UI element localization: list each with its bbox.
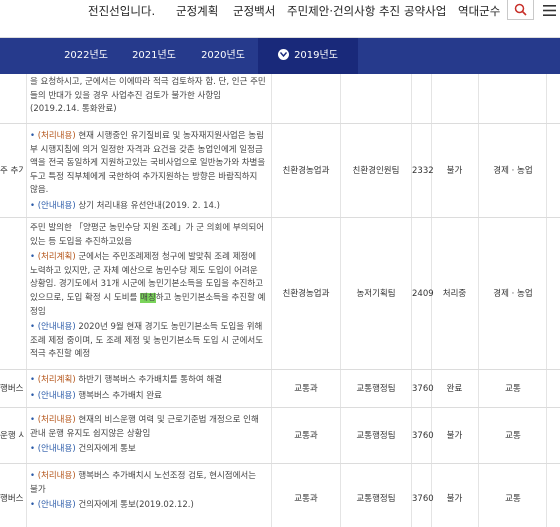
content-entry: • (처리내용) 행복버스 추가배치시 노선조정 검토, 현시점에서는 불가: [30, 470, 266, 497]
bullet: •: [30, 131, 38, 141]
chevron-down-icon: [278, 48, 290, 60]
content-entry: • (안내내용) 행복버스 추가배치 완료: [30, 390, 266, 404]
content-entry: 주민 발의한 「양평군 농민수당 지원 조례」가 군 의회에 부의되어있는 등 …: [30, 222, 266, 249]
row-status: 불가: [446, 431, 463, 441]
row-number: 2409: [412, 289, 434, 299]
entry-text: 건의자에게 통보: [75, 444, 136, 455]
row-status: 완료: [446, 384, 463, 394]
row-subject: 행버스: [0, 384, 24, 394]
row-content: 주민 발의한 「양평군 농민수당 지원 조례」가 군 의회에 부의되어있는 등 …: [30, 222, 266, 364]
content-entry: • (안내내용) 건의자에게 통보(2019.02.12.): [30, 499, 266, 513]
entry-label: (안내내용): [37, 322, 76, 333]
entry-label: (안내내용): [37, 500, 76, 511]
content-entry: • (처리계획) 군에서는 주민조례제정 청구에 발맞춰 조례 제정에 노력하고…: [30, 251, 266, 319]
year-tab-bar: 2022년도 2021년도 2020년도 2019년도: [0, 38, 560, 74]
tab-2020[interactable]: 2020년도: [188, 38, 258, 74]
table-row[interactable]: 행버스 구 • (처리내용) 행복버스 추가배치시 노선조정 검토, 현시점에서는…: [0, 464, 560, 527]
entry-text: 건의자에게 통보(2019.02.12.): [75, 500, 194, 511]
table-row[interactable]: 행버스 • (처리계획) 하반기 행복버스 추가배치를 통하여 해결 • (안내내용…: [0, 370, 560, 408]
row-department: 교통과: [294, 431, 318, 441]
search-button[interactable]: [507, 0, 534, 20]
row-field: 교통: [505, 494, 521, 504]
entry-text: 을 요청하시고, 군에서는 이에따라 적극 검토하자 함. 단, 인근 주민들의…: [30, 77, 266, 115]
row-status: 처리중: [442, 289, 467, 299]
entry-label: (처리내용): [37, 131, 76, 141]
content-entry: • (처리내용) 현재 시행중인 유기질비료 및 농자재지원사업은 농림부 시행…: [30, 130, 266, 198]
bullet: •: [30, 415, 38, 425]
nav-item-resident-proposals[interactable]: 주민제안·건의사항 추진: [287, 0, 400, 38]
entry-text: 하반기 행복버스 추가배치를 통하여 해결: [75, 375, 223, 385]
entry-text: 상기 처리내용 유선안내(2019. 2. 14.): [75, 200, 220, 211]
row-field: 교통: [505, 384, 521, 394]
nav-item-county-whitepaper[interactable]: 군정백서: [233, 0, 275, 38]
bullet: •: [30, 390, 38, 401]
row-department: 교통과: [294, 494, 318, 504]
row-status: 불가: [446, 166, 463, 176]
bullet: •: [30, 252, 38, 263]
entry-label: (처리계획): [37, 375, 76, 385]
row-department: 친환경농업과: [282, 166, 330, 176]
bullet: •: [30, 500, 38, 511]
content-entry: 을 요청하시고, 군에서는 이에따라 적극 검토하자 함. 단, 인근 주민들의…: [30, 76, 266, 117]
row-content: • (처리내용) 현재의 비스운행 여력 및 근로기준법 개정으로 인해 관내 …: [30, 414, 266, 459]
row-number: 3760: [412, 431, 434, 441]
row-department: 교통과: [294, 384, 318, 394]
content-entry: • (처리내용) 현재의 비스운행 여력 및 근로기준법 개정으로 인해 관내 …: [30, 414, 266, 441]
content-entry: • (안내내용) 2020년 9월 현재 경기도 농민기본소득 도입을 위해 조…: [30, 321, 266, 362]
top-navigation: 전진선입니다. 군정계획 군정백서 주민제안·건의사항 추진 공약사업 역대군수: [0, 0, 560, 38]
bullet: •: [30, 471, 38, 481]
row-field: 경제 · 농업: [493, 289, 533, 299]
entry-label: (안내내용): [37, 444, 76, 455]
bullet: •: [30, 375, 38, 385]
tab-2021[interactable]: 2021년도: [120, 38, 188, 74]
row-content: • (처리내용) 행복버스 추가배치시 노선조정 검토, 현시점에서는 불가 • …: [30, 470, 266, 515]
row-department: 친환경농업과: [282, 289, 330, 299]
row-field: 경제 · 농업: [493, 166, 533, 176]
row-team: 농저기획팀: [356, 289, 396, 299]
table-row[interactable]: 운행 시 • (처리내용) 현재의 비스운행 여력 및 근로기준법 개정으로 인해…: [0, 408, 560, 464]
menu-button[interactable]: [538, 0, 560, 20]
entry-label: (안내내용): [37, 200, 76, 211]
entry-label: (처리내용): [37, 415, 76, 425]
row-team: 교통행정팀: [356, 384, 396, 394]
row-number: 3760: [412, 384, 434, 394]
highlighted-text: 매칭: [140, 292, 156, 303]
row-subject: 행버스 구: [0, 494, 24, 504]
row-content: 을 요청하시고, 군에서는 이에따라 적극 검토하자 함. 단, 인근 주민들의…: [30, 76, 266, 119]
nav-item-pledge-projects[interactable]: 공약사업: [404, 0, 446, 38]
row-number: 3760: [412, 494, 434, 504]
entry-label: (안내내용): [37, 390, 76, 401]
bullet: •: [30, 322, 38, 333]
content-entry: • (안내내용) 상기 처리내용 유선안내(2019. 2. 14.): [30, 200, 266, 214]
hamburger-icon: [542, 4, 556, 16]
table-row[interactable]: 을 요청하시고, 군에서는 이에따라 적극 검토하자 함. 단, 인근 주민들의…: [0, 74, 560, 124]
entry-text: 행복버스 추가배치 완료: [75, 390, 162, 401]
table-row[interactable]: 주민 발의한 「양평군 농민수당 지원 조례」가 군 의회에 부의되어있는 등 …: [0, 218, 560, 370]
content-entry: • (처리계획) 하반기 행복버스 추가배치를 통하여 해결: [30, 374, 266, 388]
tab-2022[interactable]: 2022년도: [52, 38, 120, 74]
row-number: 2332: [412, 166, 434, 176]
nav-item-former-governors[interactable]: 역대군수: [458, 0, 500, 38]
row-team: 교통행정팀: [356, 494, 396, 504]
entry-text: 주민 발의한 「양평군 농민수당 지원 조례」가 군 의회에 부의되어있는 등 …: [30, 223, 265, 247]
tab-2019[interactable]: 2019년도: [258, 38, 358, 74]
row-field: 교통: [505, 431, 521, 441]
row-team: 친환경인원팀: [352, 166, 400, 176]
bullet: •: [30, 444, 38, 455]
row-subject: 주 추가: [0, 166, 24, 176]
row-content: • (처리내용) 현재 시행중인 유기질비료 및 농자재지원사업은 농림부 시행…: [30, 130, 266, 216]
row-content: • (처리계획) 하반기 행복버스 추가배치를 통하여 해결 • (안내내용) 행…: [30, 374, 266, 405]
table-row[interactable]: 주 추가 • (처리내용) 현재 시행중인 유기질비료 및 농자재지원사업은 농림…: [0, 124, 560, 218]
row-subject: 운행 시: [0, 431, 24, 441]
proposal-table: 을 요청하시고, 군에서는 이에따라 적극 검토하자 함. 단, 인근 주민들의…: [0, 74, 560, 527]
entry-label: (처리내용): [37, 471, 76, 481]
row-team: 교통행정팀: [356, 431, 396, 441]
entry-label: (처리계획): [37, 252, 76, 263]
row-status: 불가: [446, 494, 463, 504]
nav-item-county-plan[interactable]: 군정계획: [176, 0, 218, 38]
nav-item-greeting[interactable]: 전진선입니다.: [88, 0, 155, 38]
search-icon: [514, 3, 527, 16]
bullet: •: [30, 200, 38, 211]
content-entry: • (안내내용) 건의자에게 통보: [30, 443, 266, 457]
